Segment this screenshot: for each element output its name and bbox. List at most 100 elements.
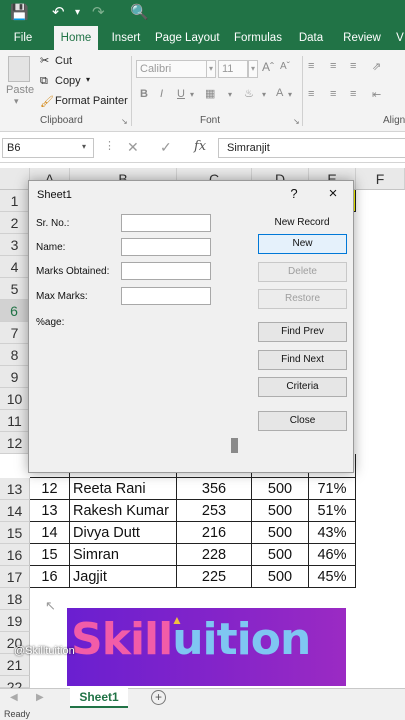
tab-data[interactable]: Data [296, 26, 326, 50]
format-painter-button[interactable]: Format Painter [55, 95, 128, 107]
align-middle-icon[interactable]: ≡ [330, 60, 336, 72]
row-header[interactable]: 9 [0, 366, 30, 388]
fill-color-dropdown-icon[interactable]: ▾ [262, 90, 266, 99]
table-cell[interactable]: 15 [30, 544, 70, 566]
name-box[interactable]: B6 [2, 138, 94, 158]
undo-dropdown-icon[interactable]: ▾ [75, 3, 80, 23]
select-all-corner[interactable] [0, 168, 30, 190]
table-cell[interactable]: 45% [309, 566, 356, 588]
copy-icon[interactable]: ⧉ [40, 75, 48, 88]
sheet-tab-sheet1[interactable]: Sheet1 [70, 688, 128, 708]
row-header[interactable]: 3 [0, 234, 30, 256]
row-header[interactable]: 7 [0, 322, 30, 344]
format-painter-icon[interactable]: 🖌 [40, 95, 54, 108]
tab-review[interactable]: Review [340, 26, 384, 50]
align-center-icon[interactable]: ≡ [330, 88, 336, 100]
table-cell[interactable]: 500 [252, 566, 309, 588]
save-icon[interactable]: 💾 [10, 3, 29, 23]
table-cell[interactable]: 51% [309, 500, 356, 522]
row-header[interactable]: 10 [0, 388, 30, 410]
row-header[interactable]: 17 [0, 566, 30, 588]
column-header-f[interactable]: F [356, 168, 405, 190]
clipboard-icon[interactable] [8, 56, 30, 82]
row-header[interactable]: 12 [0, 432, 30, 454]
align-left-icon[interactable]: ≡ [308, 88, 314, 100]
row-header[interactable]: 16 [0, 544, 30, 566]
row-header[interactable]: 21 [0, 654, 30, 676]
orientation-icon[interactable]: ⇗ [372, 60, 381, 73]
italic-button[interactable]: I [160, 88, 163, 100]
table-cell[interactable]: Jagjit [70, 566, 177, 588]
table-cell[interactable]: Divya Dutt [70, 522, 177, 544]
table-cell[interactable]: Simran [70, 544, 177, 566]
name-field[interactable] [121, 238, 211, 256]
new-button[interactable]: New [258, 234, 347, 254]
table-cell[interactable]: 43% [309, 522, 356, 544]
row-header[interactable]: 1 [0, 190, 30, 212]
print-preview-icon[interactable]: 🔍 [130, 3, 149, 23]
underline-button[interactable]: U [177, 88, 185, 100]
row-header[interactable]: 5 [0, 278, 30, 300]
font-name-field[interactable]: Calibri [136, 60, 208, 78]
borders-dropdown-icon[interactable]: ▾ [228, 90, 232, 99]
paste-button[interactable]: Paste [6, 84, 34, 96]
row-header[interactable]: 15 [0, 522, 30, 544]
criteria-button[interactable]: Criteria [258, 377, 347, 397]
bold-button[interactable]: B [140, 88, 148, 100]
increase-font-icon[interactable]: Aˆ [262, 60, 274, 74]
table-cell[interactable]: Reeta Rani [70, 478, 177, 500]
scroll-right-icon[interactable]: ▶ [36, 692, 44, 703]
help-icon[interactable]: ? [287, 186, 301, 201]
borders-icon[interactable]: ▦ [205, 87, 215, 100]
table-cell[interactable]: 14 [30, 522, 70, 544]
find-prev-button[interactable]: Find Prev [258, 322, 347, 342]
row-header[interactable]: 2 [0, 212, 30, 234]
align-bottom-icon[interactable]: ≡ [350, 60, 356, 72]
tab-page-layout[interactable]: Page Layout [155, 26, 220, 50]
tab-formulas[interactable]: Formulas [232, 26, 284, 50]
table-cell[interactable]: 228 [177, 544, 252, 566]
tab-home[interactable]: Home [54, 26, 98, 51]
font-color-icon[interactable]: A [276, 87, 283, 99]
table-cell[interactable]: 500 [252, 500, 309, 522]
decrease-font-icon[interactable]: Aˇ [280, 61, 290, 72]
cut-button[interactable]: Cut [55, 55, 72, 67]
row-header[interactable]: 8 [0, 344, 30, 366]
add-sheet-button[interactable]: + [151, 690, 166, 705]
sr-no-field[interactable] [121, 214, 211, 232]
row-header[interactable]: 22 [0, 676, 30, 695]
row-header-selected[interactable]: 6 [0, 300, 30, 322]
table-cell[interactable]: 16 [30, 566, 70, 588]
align-right-icon[interactable]: ≡ [350, 88, 356, 100]
align-top-icon[interactable]: ≡ [308, 60, 314, 72]
marks-obtained-field[interactable] [121, 262, 211, 280]
table-cell[interactable]: 225 [177, 566, 252, 588]
scroll-left-icon[interactable]: ◀ [10, 692, 18, 703]
formula-input[interactable]: Simranjit [218, 138, 405, 158]
tab-view[interactable]: V [395, 26, 405, 50]
table-cell[interactable]: 13 [30, 500, 70, 522]
row-header[interactable]: 18 [0, 588, 30, 610]
decrease-indent-icon[interactable]: ⇤ [372, 88, 381, 101]
paste-dropdown-icon[interactable]: ▾ [14, 96, 19, 107]
cut-icon[interactable]: ✂ [40, 54, 49, 67]
clipboard-launcher-icon[interactable]: ↘ [121, 117, 128, 126]
undo-icon[interactable]: ↶ [52, 3, 65, 23]
table-cell[interactable]: 500 [252, 522, 309, 544]
row-header[interactable]: 11 [0, 410, 30, 432]
row-header[interactable]: 19 [0, 610, 30, 632]
table-cell[interactable]: 12 [30, 478, 70, 500]
name-box-dropdown-icon[interactable]: ▾ [82, 142, 86, 151]
max-marks-field[interactable] [121, 287, 211, 305]
font-size-field[interactable]: 11 [218, 60, 248, 78]
font-size-dropdown-icon[interactable]: ▾ [248, 60, 258, 78]
copy-button[interactable]: Copy [55, 75, 81, 87]
tab-insert[interactable]: Insert [108, 26, 144, 50]
insert-function-icon[interactable]: fx [194, 139, 206, 154]
font-name-dropdown-icon[interactable]: ▾ [206, 60, 216, 78]
close-icon[interactable]: × [325, 185, 341, 202]
cancel-entry-icon[interactable]: ✕ [127, 139, 139, 156]
row-header[interactable]: 4 [0, 256, 30, 278]
row-header[interactable]: 13 [0, 478, 30, 500]
table-cell[interactable]: 71% [309, 478, 356, 500]
